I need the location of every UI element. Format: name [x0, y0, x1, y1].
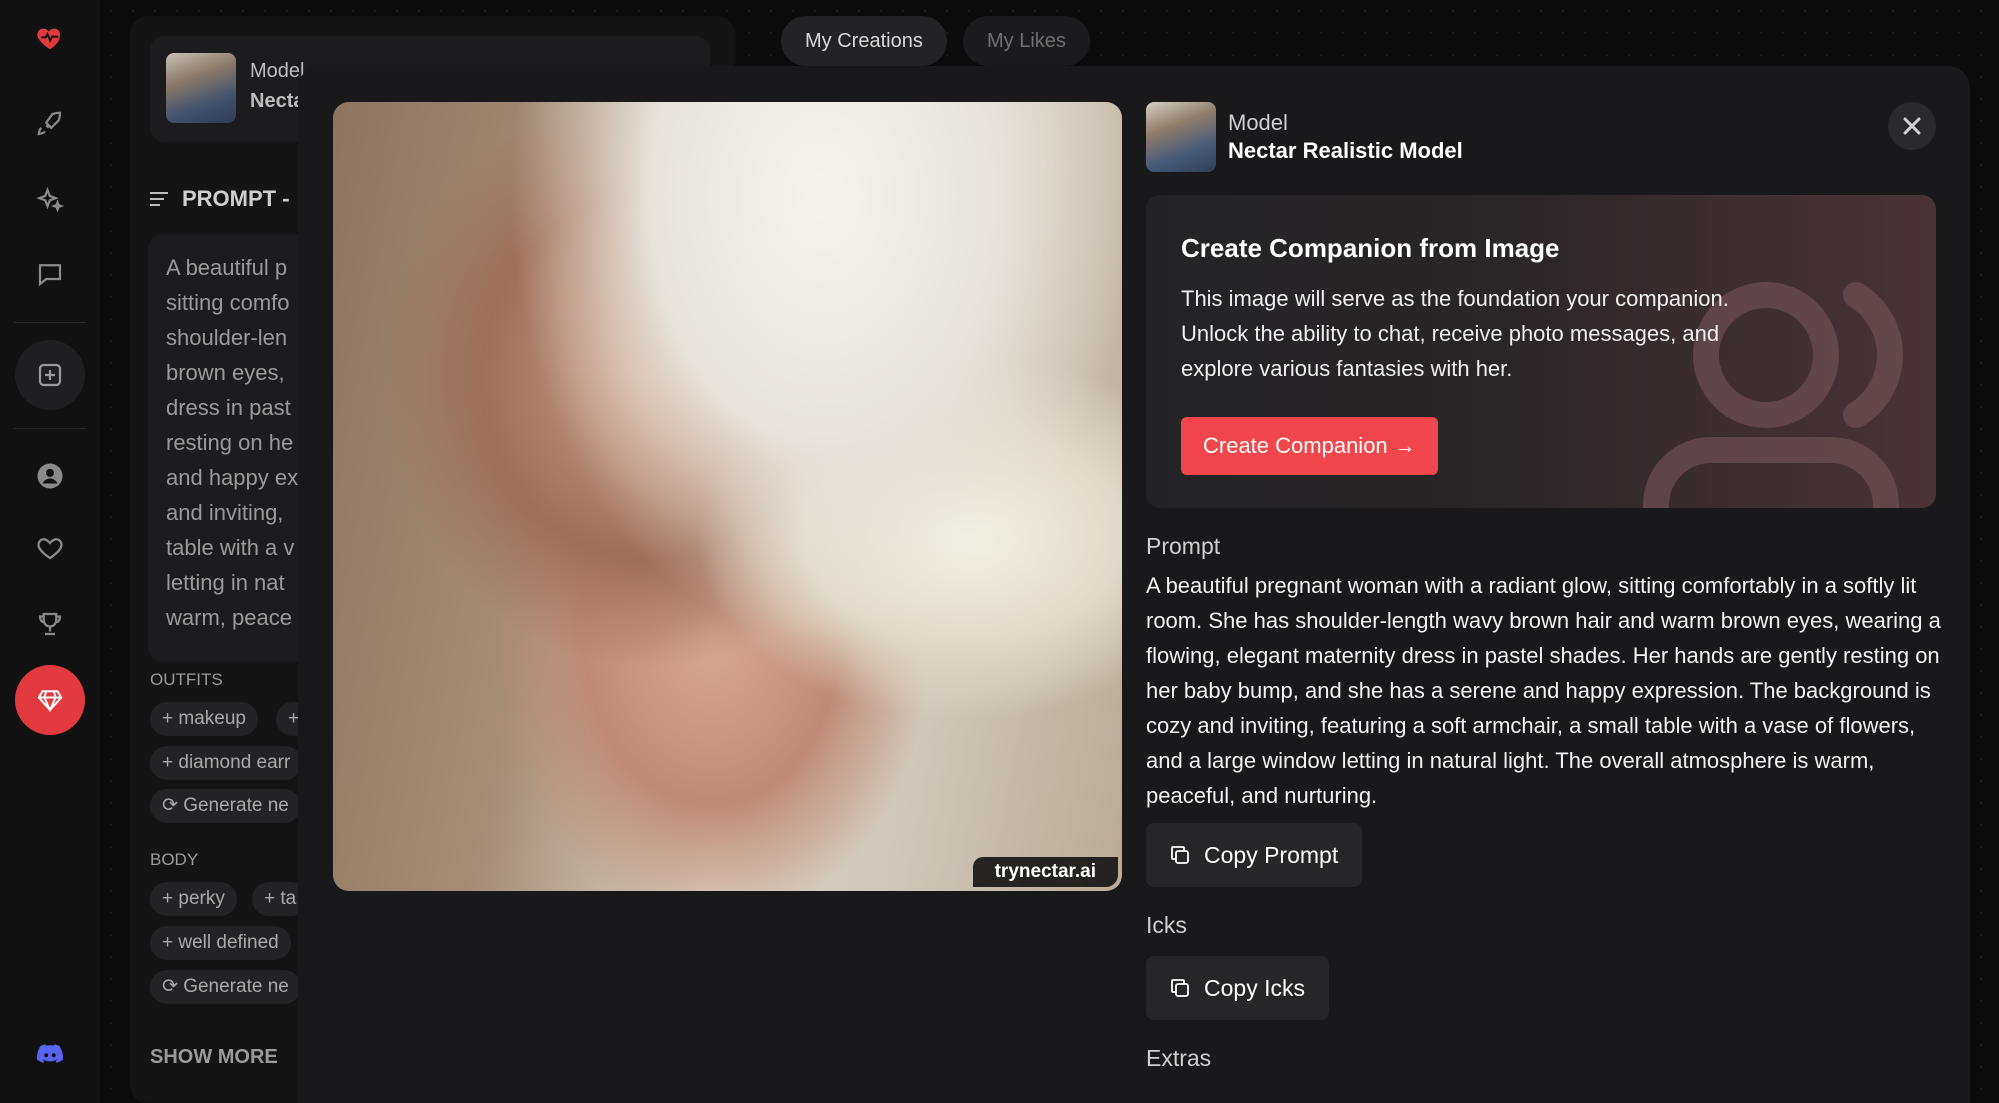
companion-card-description: This image will serve as the foundation … [1181, 286, 1729, 381]
refresh-icon: ⟳ [162, 795, 184, 816]
icks-label: Icks [1146, 912, 1187, 938]
generate-new-outfit-button[interactable]: ⟳ Generate ne [150, 789, 301, 823]
prompt-label: Prompt [1146, 533, 1221, 559]
model-label: Model [1228, 110, 1288, 135]
create-companion-button[interactable]: Create Companion → [1181, 417, 1438, 475]
profile-icon[interactable] [20, 446, 80, 506]
copy-icon [1171, 846, 1189, 864]
close-icon [1903, 117, 1921, 135]
copy-prompt-label: Copy Prompt [1204, 841, 1339, 868]
outfits-label: OUTFITS [150, 670, 223, 689]
list-icon [150, 192, 168, 206]
generate-new-label: Generate ne [183, 976, 289, 997]
extras-label: Extras [1146, 1045, 1212, 1071]
model-thumbnail [166, 53, 236, 123]
close-modal-button[interactable] [1888, 102, 1936, 150]
chat-icon[interactable] [20, 244, 80, 304]
copy-prompt-button[interactable]: Copy Prompt [1146, 823, 1363, 887]
body-chip[interactable]: + well defined [150, 926, 291, 960]
prompt-text: A beautiful pregnant woman with a radian… [1146, 573, 1941, 808]
prompt-heading-label: PROMPT - [182, 186, 290, 211]
body-label: BODY [150, 850, 199, 869]
premium-gem-icon[interactable] [15, 665, 85, 735]
tab-my-likes[interactable]: My Likes [963, 16, 1090, 66]
image-watermark: trynectar.ai [972, 857, 1118, 887]
copy-icon [1171, 979, 1189, 997]
outfit-chip[interactable]: + diamond earr [150, 746, 303, 780]
companion-card-title: Create Companion from Image [1181, 233, 1560, 263]
left-nav-rail [0, 0, 100, 1103]
model-label: Model [250, 60, 305, 82]
copy-icks-label: Copy Icks [1204, 974, 1305, 1001]
create-plus-icon[interactable] [15, 340, 85, 410]
model-name: Nectar Realistic Model [1228, 138, 1463, 163]
body-chip[interactable]: + perky [150, 882, 237, 916]
prompt-heading: PROMPT - [148, 186, 290, 212]
trophy-icon[interactable] [20, 594, 80, 654]
logo-heart-icon[interactable] [20, 8, 80, 68]
sparkles-icon[interactable] [20, 170, 80, 230]
model-thumbnail [1146, 102, 1216, 172]
image-detail-modal: trynectar.ai Model Nectar Realistic Mode… [298, 66, 1970, 1103]
tab-my-creations[interactable]: My Creations [781, 16, 947, 66]
outfit-chip[interactable]: + makeup [150, 702, 258, 736]
generate-new-label: Generate ne [183, 795, 289, 816]
generated-image[interactable]: trynectar.ai [333, 102, 1122, 891]
refresh-icon: ⟳ [162, 976, 184, 997]
likes-heart-icon[interactable] [20, 518, 80, 578]
create-companion-card: Create Companion from Image This image w… [1146, 195, 1936, 508]
generate-new-body-button[interactable]: ⟳ Generate ne [150, 970, 301, 1004]
model-name: Necta [250, 90, 305, 112]
discord-icon[interactable] [20, 1024, 80, 1084]
copy-icks-button[interactable]: Copy Icks [1146, 956, 1329, 1020]
rocket-icon[interactable] [20, 94, 80, 154]
show-more-button[interactable]: SHOW MORE [150, 1046, 278, 1069]
